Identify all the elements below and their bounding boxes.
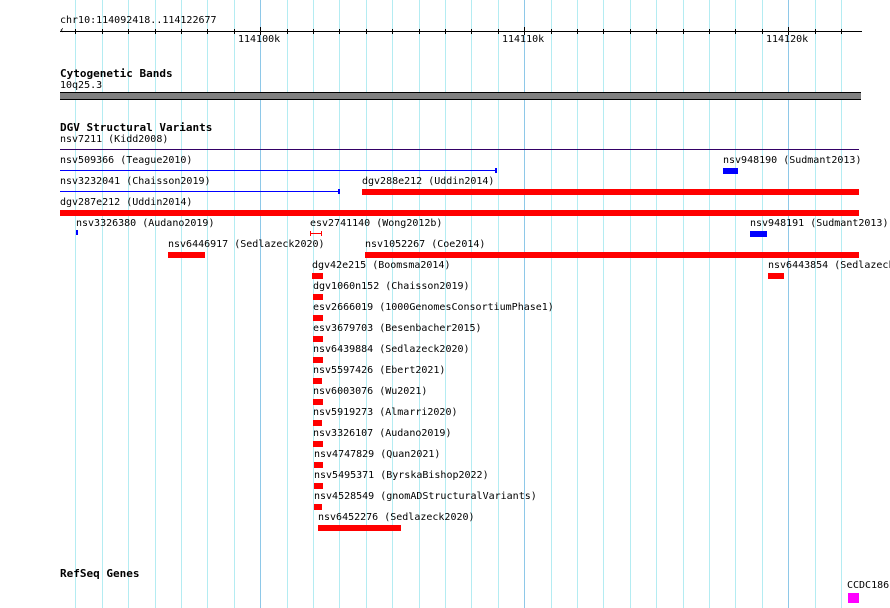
- feature-line: [60, 191, 340, 192]
- feature-label[interactable]: nsv4747829 (Quan2021): [314, 449, 440, 461]
- feature-label[interactable]: nsv6439884 (Sedlazeck2020): [313, 344, 470, 356]
- location-label: chr10:114092418..114122677: [60, 15, 217, 26]
- feature-bar: [60, 210, 859, 216]
- feature-bar: [314, 483, 323, 489]
- cytoband-bar[interactable]: [60, 92, 861, 100]
- feature-bar: [313, 420, 322, 426]
- feature-label[interactable]: esv2741140 (Wong2012b): [310, 218, 442, 230]
- feature-label[interactable]: nsv3326107 (Audano2019): [313, 428, 451, 440]
- feature-bar: [318, 525, 401, 531]
- feature-bar: [313, 441, 323, 447]
- feature-bar: [750, 231, 767, 237]
- feature-nsv6452276[interactable]: [318, 523, 401, 531]
- feature-label[interactable]: nsv4528549 (gnomADStructuralVariants): [314, 491, 537, 503]
- feature-label[interactable]: nsv948190 (Sudmant2013): [723, 155, 861, 167]
- feature-nsv948190[interactable]: [723, 166, 738, 174]
- feature-bar: [768, 273, 784, 279]
- feature-bar: [362, 189, 859, 195]
- feature-nsv6003076[interactable]: [313, 397, 323, 405]
- feature-label[interactable]: nsv5495371 (ByrskaBishop2022): [314, 470, 489, 482]
- feature-line: [60, 149, 859, 150]
- track-title-dgv[interactable]: DGV Structural Variants: [60, 122, 212, 134]
- feature-dgv288e212[interactable]: [362, 187, 859, 195]
- scroll-left-arrow-icon[interactable]: ‹: [59, 25, 65, 37]
- feature-nsv3232041[interactable]: [60, 187, 340, 195]
- feature-nsv5495371[interactable]: [314, 481, 323, 489]
- feature-label[interactable]: nsv3326380 (Audano2019): [76, 218, 214, 230]
- feature-dgv42e215[interactable]: [312, 271, 323, 279]
- feature-nsv3326380[interactable]: [76, 229, 78, 237]
- gene-label[interactable]: CCDC186: [847, 580, 889, 592]
- feature-label[interactable]: nsv948191 (Sudmant2013): [750, 218, 888, 230]
- feature-nsv4528549[interactable]: [314, 502, 322, 510]
- ruler-line: [60, 31, 862, 32]
- feature-label[interactable]: nsv6003076 (Wu2021): [313, 386, 427, 398]
- feature-bar: [168, 252, 205, 258]
- ruler-tick-label: 114110k: [502, 34, 545, 45]
- feature-label[interactable]: nsv5597426 (Ebert2021): [313, 365, 445, 377]
- feature-nsv509366[interactable]: [60, 166, 497, 174]
- feature-bar: [723, 168, 738, 174]
- feature-nsv948191[interactable]: [750, 229, 767, 237]
- track-title-cytobands[interactable]: Cytogenetic Bands: [60, 68, 173, 80]
- feature-nsv4747829[interactable]: [314, 460, 323, 468]
- feature-dgv287e212[interactable]: [60, 208, 859, 216]
- feature-end-tick: [321, 231, 322, 236]
- feature-bar: [314, 504, 322, 510]
- feature-nsv1052267[interactable]: [365, 250, 859, 258]
- feature-bar: [314, 462, 323, 468]
- feature-nsv3326107[interactable]: [313, 439, 323, 447]
- feature-label[interactable]: nsv6443854 (Sedlazeck2020): [768, 260, 890, 272]
- feature-nsv6446917[interactable]: [168, 250, 205, 258]
- feature-esv2741140[interactable]: [310, 229, 322, 237]
- feature-nsv6443854[interactable]: [768, 271, 784, 279]
- ruler-tick-label: 114100k: [238, 34, 281, 45]
- feature-esv3679703[interactable]: [313, 334, 323, 342]
- feature-bar: [312, 273, 323, 279]
- track-title-refseq[interactable]: RefSeq Genes: [60, 568, 139, 580]
- feature-end-tick: [338, 189, 340, 194]
- feature-bar: [313, 378, 322, 384]
- feature-nsv5919273[interactable]: [313, 418, 322, 426]
- gene-CCDC186[interactable]: [848, 593, 859, 603]
- feature-line: [60, 170, 497, 171]
- feature-nsv6439884[interactable]: [313, 355, 323, 363]
- cytoband-label: 10q25.3: [60, 80, 103, 91]
- ruler-tick-label: 114120k: [766, 34, 809, 45]
- feature-bar: [313, 315, 323, 321]
- feature-bar: [313, 399, 323, 405]
- feature-label[interactable]: dgv42e215 (Boomsma2014): [312, 260, 450, 272]
- feature-bar: [76, 230, 78, 235]
- feature-nsv5597426[interactable]: [313, 376, 322, 384]
- feature-end-tick: [495, 168, 497, 173]
- feature-esv2666019[interactable]: [313, 313, 323, 321]
- feature-start-tick: [310, 231, 311, 236]
- feature-bar: [313, 294, 323, 300]
- feature-bar: [313, 357, 323, 363]
- feature-nsv7211[interactable]: [60, 145, 859, 153]
- feature-label[interactable]: esv2666019 (1000GenomesConsortiumPhase1): [313, 302, 554, 314]
- feature-label[interactable]: esv3679703 (Besenbacher2015): [313, 323, 482, 335]
- feature-bar: [313, 336, 323, 342]
- feature-label[interactable]: dgv1060n152 (Chaisson2019): [313, 281, 470, 293]
- feature-dgv1060n152[interactable]: [313, 292, 323, 300]
- feature-label[interactable]: nsv5919273 (Almarri2020): [313, 407, 458, 419]
- feature-bar: [365, 252, 859, 258]
